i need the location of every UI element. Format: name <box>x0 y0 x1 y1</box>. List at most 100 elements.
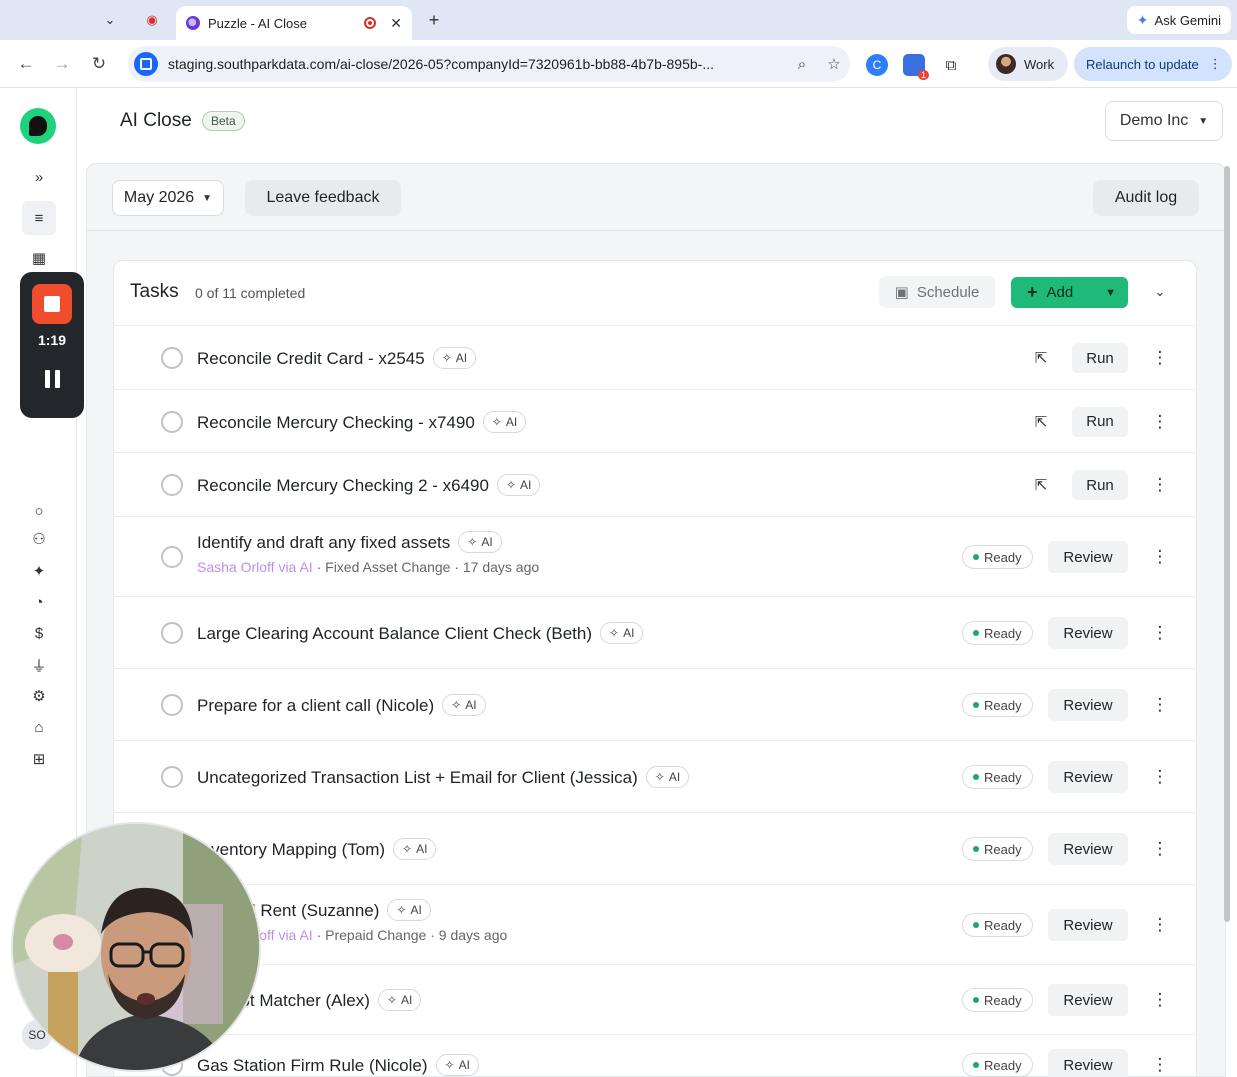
task-name[interactable]: Reconcile Mercury Checking 2 - x6490 ✧ AI <box>197 474 541 496</box>
task-complete-checkbox[interactable] <box>161 474 183 496</box>
task-name[interactable]: Gas Station Firm Rule (Nicole) ✧ AI <box>197 1054 479 1076</box>
more-options-icon[interactable]: ⋮ <box>1150 623 1170 643</box>
more-options-icon[interactable]: ⋮ <box>1150 412 1170 432</box>
review-button[interactable]: Review <box>1048 761 1128 793</box>
task-row[interactable]: Gas Station Firm Rule (Nicole) ✧ AI Ready Re… <box>114 1034 1196 1077</box>
ask-gemini-button[interactable]: ✦ Ask Gemini <box>1126 6 1231 34</box>
forward-arrow-icon[interactable]: → <box>50 52 74 76</box>
back-arrow-icon[interactable]: ← <box>14 52 38 76</box>
task-row[interactable]: Large Clearing Account Balance Client Ch… <box>114 596 1196 668</box>
close-tab-icon[interactable]: ✕ <box>390 15 402 32</box>
review-button[interactable]: Review <box>1048 1049 1128 1077</box>
more-options-icon[interactable]: ⋮ <box>1150 1055 1170 1075</box>
month-selector[interactable]: May 2026 ▼ <box>112 180 224 216</box>
money-icon[interactable]: $ <box>26 620 52 646</box>
task-row[interactable]: Identify and draft any fixed assets ✧ AI Sa… <box>114 516 1196 596</box>
extensions-puzzle-icon[interactable]: ⧉ <box>940 54 962 76</box>
more-options-icon[interactable]: ⋮ <box>1150 547 1170 567</box>
task-row[interactable]: Reconcile Mercury Checking - x7490 ✧ AI ⇱ Ru… <box>114 389 1196 452</box>
url-text[interactable]: staging.southparkdata.com/ai-close/2026-… <box>168 56 786 72</box>
status-badge-ready: Ready <box>962 837 1033 861</box>
status-label: Ready <box>984 917 1022 933</box>
task-name[interactable]: Uncategorized Transaction List + Email f… <box>197 766 690 788</box>
more-options-icon[interactable]: ⋮ <box>1150 767 1170 787</box>
company-selector[interactable]: Demo Inc ▼ <box>1105 101 1223 141</box>
profile-button[interactable]: Work <box>988 47 1068 81</box>
gift-icon[interactable]: ⊞ <box>26 746 52 772</box>
more-options-icon[interactable]: ⋮ <box>1150 990 1170 1010</box>
task-complete-checkbox[interactable] <box>161 546 183 568</box>
reports-pie-icon[interactable]: ◔ <box>26 589 52 615</box>
users-icon[interactable]: ⚇ <box>26 526 52 552</box>
task-row[interactable]: Reconcile Credit Card - x2545 ✧ AI ⇱ Run ⋮ <box>114 325 1196 389</box>
pause-recording-icon[interactable] <box>42 370 62 390</box>
task-row[interactable]: Uncategorized Transaction List + Email f… <box>114 740 1196 812</box>
task-name[interactable]: Reconcile Mercury Checking - x7490 ✧ AI <box>197 410 527 433</box>
more-options-icon[interactable]: ⋮ <box>1150 915 1170 935</box>
review-button[interactable]: Review <box>1048 541 1128 573</box>
reload-icon[interactable]: ↻ <box>87 52 111 76</box>
leave-feedback-button[interactable]: Leave feedback <box>245 180 401 216</box>
task-complete-checkbox[interactable] <box>161 410 183 433</box>
integrations-plug-icon[interactable]: ⏚ <box>26 652 52 678</box>
address-bar[interactable]: staging.southparkdata.com/ai-close/2026-… <box>128 46 850 82</box>
site-info-icon[interactable] <box>134 52 158 76</box>
task-name[interactable]: Inventory Mapping (Tom) ✧ AI <box>197 838 437 860</box>
extension-c-icon[interactable]: C <box>866 54 888 76</box>
stop-recording-button[interactable] <box>32 284 72 324</box>
review-button[interactable]: Review <box>1048 909 1128 941</box>
task-complete-checkbox[interactable] <box>161 766 183 788</box>
scrollbar[interactable] <box>1224 166 1230 922</box>
collapse-chevron-icon[interactable]: ⌄ <box>1150 282 1170 302</box>
more-options-icon[interactable]: ⋮ <box>1150 839 1170 859</box>
expand-sidebar-icon[interactable]: » <box>26 164 52 190</box>
new-tab-plus-icon[interactable]: + <box>420 8 448 32</box>
task-row[interactable]: Prepaid Rent (Suzanne)✧AISasha Orloff vi… <box>114 884 1196 964</box>
more-options-icon[interactable]: ⋮ <box>1150 348 1170 368</box>
open-external-icon[interactable]: ⇱ <box>1031 348 1051 368</box>
review-button[interactable]: Review <box>1048 617 1128 649</box>
open-external-icon[interactable]: ⇱ <box>1031 412 1051 432</box>
task-row[interactable]: Receipt Matcher (Alex) ✧ AI Ready Review ⋮ <box>114 964 1196 1034</box>
circle-icon[interactable]: ○ <box>26 498 52 524</box>
add-dropdown-caret-icon[interactable]: ▼ <box>1105 287 1116 299</box>
task-name[interactable]: Large Clearing Account Balance Client Ch… <box>197 622 644 644</box>
task-complete-checkbox[interactable] <box>161 694 183 716</box>
extension-recorder-icon[interactable]: 1 <box>903 54 929 80</box>
task-row[interactable]: Prepare for a client call (Nicole) ✧ AI Rea… <box>114 668 1196 740</box>
bookmark-star-icon[interactable]: ☆ <box>818 55 850 73</box>
puzzle-logo[interactable] <box>20 108 56 144</box>
ai-pill-label: AI <box>505 414 518 429</box>
review-button[interactable]: Review <box>1048 689 1128 721</box>
run-button[interactable]: Run <box>1072 343 1128 373</box>
more-options-icon[interactable]: ⋮ <box>1150 695 1170 715</box>
audit-log-button[interactable]: Audit log <box>1093 180 1199 216</box>
task-row[interactable]: Reconcile Mercury Checking 2 - x6490 ✧ AI ⇱… <box>114 452 1196 516</box>
run-button[interactable]: Run <box>1072 470 1128 500</box>
task-complete-checkbox[interactable] <box>161 347 183 369</box>
task-complete-checkbox[interactable] <box>161 622 183 644</box>
task-name[interactable]: Prepare for a client call (Nicole) ✧ AI <box>197 694 486 716</box>
relaunch-button[interactable]: Relaunch to update ⋮ <box>1074 47 1232 81</box>
task-row[interactable]: Inventory Mapping (Tom) ✧ AI Ready Review ⋮ <box>114 812 1196 884</box>
dashboard-grid-icon[interactable]: ▦ <box>26 245 52 271</box>
tag-icon[interactable]: ⌂ <box>26 714 52 740</box>
schedule-button[interactable]: ▣ Schedule <box>879 276 995 308</box>
sparkles-icon[interactable]: ✦ <box>26 558 52 584</box>
review-button[interactable]: Review <box>1048 833 1128 865</box>
more-options-icon[interactable]: ⋮ <box>1150 475 1170 495</box>
task-name[interactable]: Reconcile Credit Card - x2545 ✧ AI <box>197 347 477 369</box>
settings-gear-icon[interactable]: ⚙ <box>26 683 52 709</box>
browser-tabstrip: ⌄ ◉ Puzzle - AI Close ✕ + ✦ Ask Gemini <box>0 0 1237 40</box>
recording-tab-icon[interactable]: ◉ <box>138 8 166 32</box>
add-task-button[interactable]: + Add ▼ <box>1011 277 1128 308</box>
tab-puzzle-ai-close[interactable]: Puzzle - AI Close ✕ <box>176 6 412 40</box>
run-button[interactable]: Run <box>1072 406 1128 437</box>
menu-lines-icon[interactable]: ≡ <box>22 201 56 235</box>
tab-search-chevron-icon[interactable]: ⌄ <box>96 8 124 32</box>
task-name-label: Reconcile Credit Card - x2545 <box>197 349 425 368</box>
review-button[interactable]: Review <box>1048 984 1128 1016</box>
task-name[interactable]: Identify and draft any fixed assets ✧ AI <box>197 531 502 553</box>
open-external-icon[interactable]: ⇱ <box>1031 475 1051 495</box>
zoom-icon[interactable]: ⌕ <box>786 56 818 73</box>
